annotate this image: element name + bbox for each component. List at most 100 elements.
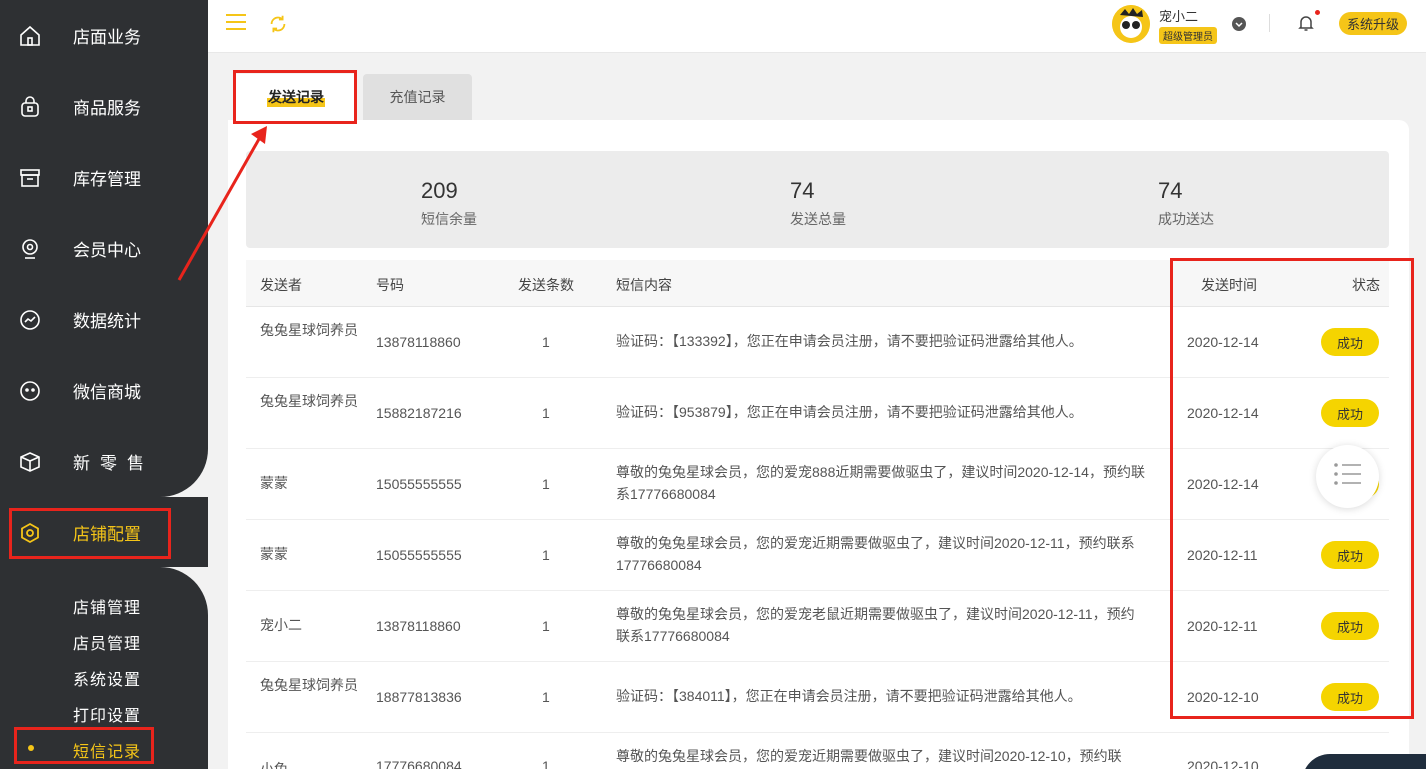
status-badge[interactable]: 成功 [1321, 328, 1379, 356]
status-badge[interactable]: 成功 [1321, 399, 1379, 427]
cell-date: 2020-12-10 [1187, 758, 1259, 769]
cell-date: 2020-12-14 [1187, 476, 1259, 492]
table-row: 兔兔星球饲养员 18877813836 1 验证码：【384011】，您正在申请… [246, 662, 1389, 733]
menu-icon[interactable] [226, 14, 246, 30]
sidebar-item-label: 新零售 [73, 454, 154, 473]
stat-delivered-label: 成功送达 [1158, 211, 1214, 227]
sidebar-item-label: 微信商城 [73, 383, 141, 402]
cell-phone: 13878118860 [376, 618, 461, 634]
status-badge[interactable]: 成功 [1321, 683, 1379, 711]
cell-content: 验证码：【133392】，您正在申请会员注册，请不要把验证码泄露给其他人。 [616, 333, 1083, 349]
sidebar-item-label: 库存管理 [73, 170, 141, 189]
cell-phone: 15055555555 [376, 476, 462, 492]
chevron-down-icon[interactable] [1232, 17, 1246, 31]
cell-count: 1 [542, 758, 550, 769]
cell-sender: 蒙蒙 [260, 546, 288, 562]
bell-icon[interactable] [1298, 14, 1314, 37]
top-header: 宠小二 超级管理员 系统升级 [208, 0, 1426, 53]
cell-content: 验证码：【953879】，您正在申请会员注册，请不要把验证码泄露给其他人。 [616, 404, 1083, 420]
user-role-badge: 超级管理员 [1159, 27, 1217, 44]
table-header: 发送者 号码 发送条数 短信内容 发送时间 状态 [246, 260, 1389, 307]
cell-phone: 18877813836 [376, 689, 462, 705]
stat-total-sent-value: 74 [790, 178, 815, 203]
cell-date: 2020-12-14 [1187, 405, 1259, 421]
wechat-icon [18, 379, 42, 403]
settings-icon [18, 521, 42, 545]
sidebar-item-label: 会员中心 [73, 241, 141, 260]
sidebar: 店面业务 商品服务 库存管理 会员中心 数据统计 微信商城 新零售 店铺配置 店… [0, 0, 208, 769]
cell-phone: 15882187216 [376, 405, 462, 421]
sidebar-sub-staff-manage[interactable]: 店员管理 [73, 630, 141, 654]
refresh-icon[interactable] [267, 13, 289, 40]
cell-count: 1 [542, 618, 550, 634]
sidebar-item-wechat-mall[interactable]: 微信商城 [0, 355, 208, 426]
column-header: 状态 [1352, 277, 1380, 293]
user-name: 宠小二 [1159, 9, 1199, 24]
cell-content: 尊敬的兔兔星球会员，您的爱宠近期需要做驱虫了，建议时间2020-12-11，预约… [616, 535, 1135, 573]
cell-sender: 兔兔星球饲养员 [260, 393, 358, 409]
sidebar-item-label: 店面业务 [73, 28, 141, 47]
sidebar-item-label: 店铺配置 [73, 525, 141, 544]
table-row: 蒙蒙 15055555555 1 尊敬的兔兔星球会员，您的爱宠888近期需要做驱… [246, 449, 1389, 520]
table-row: 兔兔星球饲养员 15882187216 1 验证码：【953879】，您正在申请… [246, 378, 1389, 449]
avatar[interactable] [1112, 5, 1150, 43]
sidebar-item-label: 商品服务 [73, 99, 141, 118]
tab-label: 发送记录 [267, 87, 325, 107]
cell-date: 2020-12-11 [1187, 618, 1258, 634]
box-icon [18, 450, 42, 474]
cell-content: 尊敬的兔兔星球会员，您的爱宠近期需要做驱虫了，建议时间2020-12-10，预约… [616, 748, 1122, 764]
inventory-icon [18, 166, 42, 190]
cell-date: 2020-12-10 [1187, 689, 1259, 705]
sidebar-sub-store-manage[interactable]: 店铺管理 [73, 594, 141, 618]
sidebar-item-store-business[interactable]: 店面业务 [0, 0, 208, 71]
chart-icon [18, 308, 42, 332]
floating-list-button[interactable] [1316, 445, 1379, 508]
cell-sender: 兔兔星球饲养员 [260, 322, 358, 338]
cell-count: 1 [542, 476, 550, 492]
cell-count: 1 [542, 689, 550, 705]
column-header: 号码 [376, 277, 404, 293]
stat-sms-balance-value: 209 [421, 178, 458, 203]
stat-sms-balance-label: 短信余量 [421, 211, 477, 227]
system-upgrade-button[interactable]: 系统升级 [1339, 12, 1407, 35]
table-row: 小兔 17776680084 1 尊敬的兔兔星球会员，您的爱宠近期需要做驱虫了，… [246, 733, 1389, 769]
cell-phone: 17776680084 [376, 758, 462, 769]
bag-icon [18, 95, 42, 119]
store-icon [18, 24, 42, 48]
divider [1269, 14, 1270, 32]
sidebar-item-store-config[interactable]: 店铺配置 [0, 497, 208, 568]
sidebar-item-statistics[interactable]: 数据统计 [0, 284, 208, 355]
cell-count: 1 [542, 334, 550, 350]
notification-dot [1314, 9, 1321, 16]
sidebar-sub-sms-records[interactable]: 短信记录 [73, 738, 141, 762]
cell-content: 尊敬的兔兔星球会员，您的爱宠888近期需要做驱虫了，建议时间2020-12-14… [616, 464, 1145, 502]
active-dot [28, 745, 34, 751]
tab-send-records[interactable]: 发送记录 [236, 74, 356, 120]
sidebar-item-new-retail[interactable]: 新零售 [0, 426, 208, 497]
column-header: 发送条数 [518, 277, 574, 293]
table-row: 宠小二 13878118860 1 尊敬的兔兔星球会员，您的爱宠老鼠近期需要做驱… [246, 591, 1389, 662]
sidebar-sub-print-settings[interactable]: 打印设置 [73, 702, 141, 726]
stat-delivered-value: 74 [1158, 178, 1183, 203]
cell-count: 1 [542, 547, 550, 563]
tab-recharge-records[interactable]: 充值记录 [363, 74, 472, 120]
annotation-arrow [177, 126, 267, 281]
member-icon [18, 237, 42, 261]
cell-sender: 宠小二 [260, 617, 302, 633]
table-row: 蒙蒙 15055555555 1 尊敬的兔兔星球会员，您的爱宠近期需要做驱虫了，… [246, 520, 1389, 591]
corner-widget[interactable] [1302, 754, 1426, 769]
cell-sender: 蒙蒙 [260, 475, 288, 491]
table-row: 兔兔星球饲养员 13878118860 1 验证码：【133392】，您正在申请… [246, 307, 1389, 378]
tab-label: 充值记录 [389, 89, 446, 105]
status-badge[interactable]: 成功 [1321, 541, 1379, 569]
column-header: 发送时间 [1201, 277, 1257, 293]
cell-sender: 兔兔星球饲养员 [260, 677, 358, 693]
sidebar-sub-system-settings[interactable]: 系统设置 [73, 666, 141, 690]
column-header: 短信内容 [616, 277, 672, 293]
cell-sender: 小兔 [260, 761, 288, 769]
cell-count: 1 [542, 405, 550, 421]
status-badge[interactable]: 成功 [1321, 612, 1379, 640]
cell-content: 验证码：【384011】，您正在申请会员注册，请不要把验证码泄露给其他人。 [616, 688, 1082, 704]
stat-total-sent-label: 发送总量 [790, 211, 846, 227]
sidebar-item-label: 数据统计 [73, 312, 141, 331]
